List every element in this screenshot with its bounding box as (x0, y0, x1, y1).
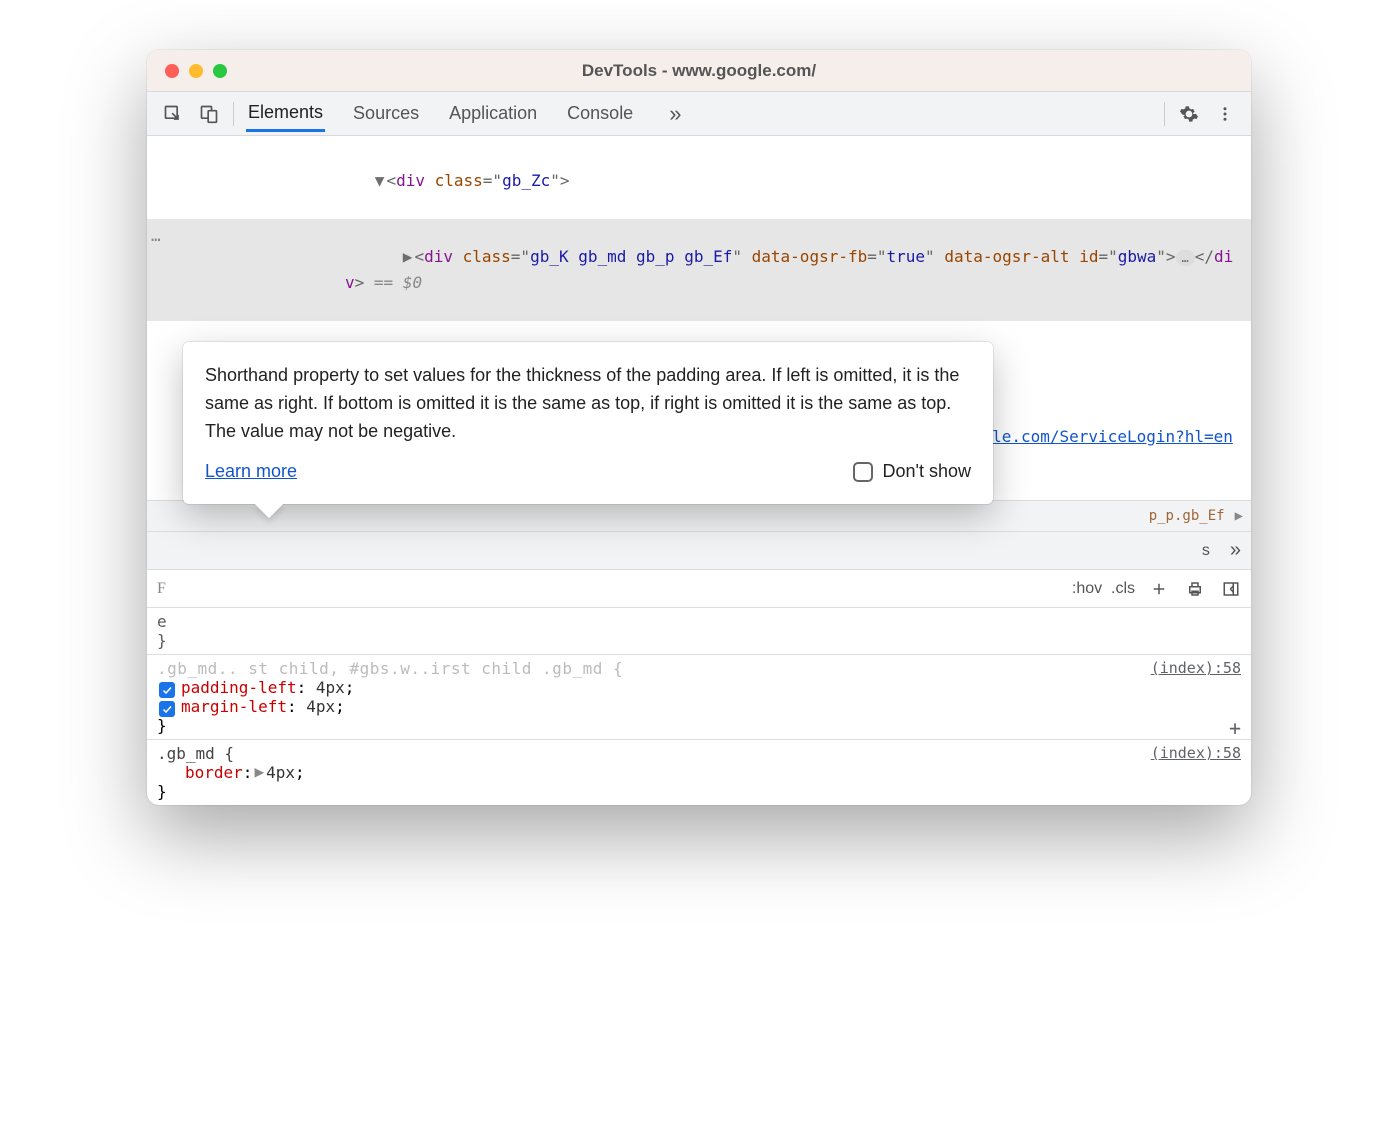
filter-placeholder[interactable]: F (155, 580, 1063, 598)
add-rule-icon[interactable] (1147, 577, 1171, 601)
element-style-block: e } (147, 608, 1251, 655)
maximize-window-button[interactable] (213, 64, 227, 78)
window-title: DevTools - www.google.com/ (147, 61, 1251, 81)
titlebar: DevTools - www.google.com/ (147, 50, 1251, 92)
css-declaration[interactable]: border:▶4px; (157, 763, 1241, 782)
style-rule[interactable]: (index):58 .gb_md.. st child, #gbs.w..ir… (147, 655, 1251, 740)
main-toolbar: Elements Sources Application Console » (147, 92, 1251, 136)
add-declaration-icon[interactable]: + (1229, 716, 1241, 740)
tab-elements[interactable]: Elements (246, 96, 325, 132)
dom-node[interactable]: ▼<div class="gb_Zc"> (147, 142, 1251, 219)
stylesheet-link[interactable]: (index):58 (1151, 744, 1241, 762)
expand-triangle-icon[interactable]: ▼ (375, 168, 385, 194)
traffic-lights (147, 64, 227, 78)
class-toggle-icon[interactable]: .cls (1111, 577, 1135, 601)
kebab-menu-icon[interactable] (1207, 96, 1243, 132)
ellipsis-expand-icon[interactable]: … (1176, 250, 1195, 266)
hover-toggle-icon[interactable]: :hov (1075, 577, 1099, 601)
styles-toolbar: F :hov .cls (147, 570, 1251, 608)
rule-selector: .gb_md.. st child, #gbs.w..irst child .g… (157, 659, 623, 678)
style-rule[interactable]: (index):58 .gb_md { border:▶4px; } (147, 740, 1251, 805)
dom-node-selected[interactable]: ▶<div class="gb_K gb_md gb_p gb_Ef" data… (147, 219, 1251, 321)
breadcrumb-item[interactable]: p_p.gb_Ef (1149, 508, 1225, 524)
expand-triangle-icon[interactable]: ▶ (403, 244, 413, 270)
styles-subtab-bar: s » (147, 532, 1251, 570)
subtab-partial[interactable]: s (1200, 538, 1212, 564)
panel-tabs: Elements Sources Application Console » (246, 96, 1158, 132)
stylesheet-link[interactable]: (index):58 (1151, 659, 1241, 677)
declaration-checkbox[interactable] (159, 682, 175, 698)
breadcrumb-bar: p_p.gb_Ef ▶ (147, 500, 1251, 532)
separator (1164, 102, 1165, 126)
close-window-button[interactable] (165, 64, 179, 78)
css-declaration[interactable]: margin-left: 4px; (157, 697, 1241, 716)
css-declaration[interactable]: padding-left: 4px; (157, 678, 1241, 697)
declaration-checkbox[interactable] (159, 701, 175, 717)
checkbox-icon[interactable] (853, 462, 873, 482)
tooltip-text: Shorthand property to set values for the… (205, 362, 971, 446)
chevron-right-icon[interactable]: ▶ (1235, 508, 1243, 524)
computed-panel-icon[interactable] (1219, 577, 1243, 601)
tab-console[interactable]: Console (565, 97, 635, 130)
more-subtabs-icon[interactable]: » (1230, 539, 1241, 562)
more-tabs-icon[interactable]: » (661, 101, 689, 127)
minimize-window-button[interactable] (189, 64, 203, 78)
learn-more-link[interactable]: Learn more (205, 458, 297, 486)
tab-application[interactable]: Application (447, 97, 539, 130)
dont-show-checkbox[interactable]: Don't show (853, 458, 971, 486)
css-property-tooltip: Shorthand property to set values for the… (183, 342, 993, 504)
separator (233, 102, 234, 126)
tab-sources[interactable]: Sources (351, 97, 421, 130)
device-toggle-icon[interactable] (191, 96, 227, 132)
print-icon[interactable] (1183, 577, 1207, 601)
devtools-window: DevTools - www.google.com/ Elements Sour… (147, 50, 1251, 805)
settings-gear-icon[interactable] (1171, 96, 1207, 132)
rule-selector[interactable]: .gb_md { (157, 744, 234, 763)
expand-shorthand-icon[interactable]: ▶ (254, 762, 264, 781)
inspect-element-icon[interactable] (155, 96, 191, 132)
